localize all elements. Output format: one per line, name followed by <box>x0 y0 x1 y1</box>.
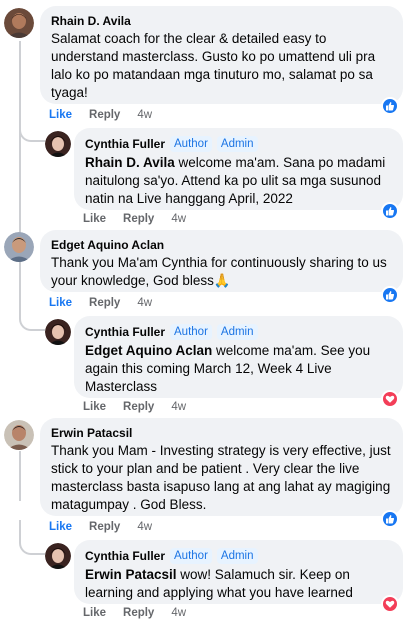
reply-button[interactable]: Reply <box>89 109 120 121</box>
thread-connector <box>19 296 45 331</box>
reply-text: Erwin Patacsil wow! Salamuch sir. Keep o… <box>85 566 392 602</box>
author-badge: Author <box>170 548 212 564</box>
comment-actions: Like Reply 4w <box>49 520 152 534</box>
comment-text: Thank you Mam - Investing strategy is ve… <box>51 443 391 512</box>
avatar[interactable] <box>45 131 71 157</box>
reply-author[interactable]: Cynthia Fuller <box>85 324 165 340</box>
reply-text: Edget Aquino Aclan welcome ma'am. See yo… <box>85 342 392 396</box>
author-badge: Author <box>170 324 212 340</box>
avatar[interactable] <box>45 319 71 345</box>
timestamp[interactable]: 4w <box>171 213 186 225</box>
reply-button[interactable]: Reply <box>89 521 120 533</box>
reply-bubble: Cynthia Fuller Author Admin Edget Aquino… <box>74 316 403 398</box>
mention-link[interactable]: Rhain D. Avila <box>85 155 175 170</box>
admin-badge: Admin <box>216 548 258 564</box>
timestamp[interactable]: 4w <box>137 521 152 533</box>
like-icon[interactable] <box>381 202 399 220</box>
reply-button[interactable]: Reply <box>123 213 154 225</box>
timestamp[interactable]: 4w <box>137 297 152 309</box>
avatar[interactable] <box>4 420 34 450</box>
comment-text: Thank you Ma'am Cynthia for continuously… <box>51 255 387 288</box>
comment-author[interactable]: Edget Aquino Aclan <box>51 237 392 253</box>
thread-connector <box>19 520 45 555</box>
thread-line <box>19 451 21 501</box>
author-badge: Author <box>170 136 212 152</box>
like-icon[interactable] <box>381 286 399 304</box>
comment-author[interactable]: Erwin Patacsil <box>51 425 392 441</box>
like-button[interactable]: Like <box>49 521 72 533</box>
love-icon[interactable] <box>381 390 399 408</box>
reply-bubble: Cynthia Fuller Author Admin Rhain D. Avi… <box>74 128 403 210</box>
reply-author[interactable]: Cynthia Fuller <box>85 136 165 152</box>
reply-actions: Like Reply 4w <box>83 606 186 619</box>
admin-badge: Admin <box>216 324 258 340</box>
like-button[interactable]: Like <box>49 297 72 309</box>
comment-actions: Like Reply 4w <box>49 108 152 122</box>
like-button[interactable]: Like <box>83 401 106 413</box>
like-icon[interactable] <box>381 97 399 115</box>
avatar[interactable] <box>45 543 71 569</box>
love-icon[interactable] <box>381 595 399 613</box>
reply-button[interactable]: Reply <box>89 297 120 309</box>
reply-button[interactable]: Reply <box>123 401 154 413</box>
like-icon[interactable] <box>381 510 399 528</box>
like-button[interactable]: Like <box>83 607 106 619</box>
reply-bubble: Cynthia Fuller Author Admin Erwin Patacs… <box>74 540 403 604</box>
timestamp[interactable]: 4w <box>171 401 186 413</box>
avatar[interactable] <box>4 8 34 38</box>
reply-text: Rhain D. Avila welcome ma'am. Sana po ma… <box>85 154 392 208</box>
admin-badge: Admin <box>216 136 258 152</box>
timestamp[interactable]: 4w <box>171 607 186 619</box>
reply-author[interactable]: Cynthia Fuller <box>85 548 165 564</box>
like-button[interactable]: Like <box>83 213 106 225</box>
reply-button[interactable]: Reply <box>123 607 154 619</box>
comment-text: Salamat coach for the clear & detailed e… <box>51 31 376 100</box>
reply-actions: Like Reply 4w <box>83 400 186 414</box>
thread-connector <box>19 100 45 142</box>
mention-link[interactable]: Edget Aquino Aclan <box>85 343 212 358</box>
comment-bubble: Edget Aquino Aclan Thank you Ma'am Cynth… <box>40 230 403 292</box>
reply-actions: Like Reply 4w <box>83 212 186 226</box>
comment-bubble: Erwin Patacsil Thank you Mam - Investing… <box>40 418 403 516</box>
mention-link[interactable]: Erwin Patacsil <box>85 567 177 582</box>
avatar[interactable] <box>4 232 34 262</box>
comment-bubble: Rhain D. Avila Salamat coach for the cle… <box>40 6 403 104</box>
like-button[interactable]: Like <box>49 109 72 121</box>
timestamp[interactable]: 4w <box>137 109 152 121</box>
comment-actions: Like Reply 4w <box>49 296 152 310</box>
comment-author[interactable]: Rhain D. Avila <box>51 13 392 29</box>
